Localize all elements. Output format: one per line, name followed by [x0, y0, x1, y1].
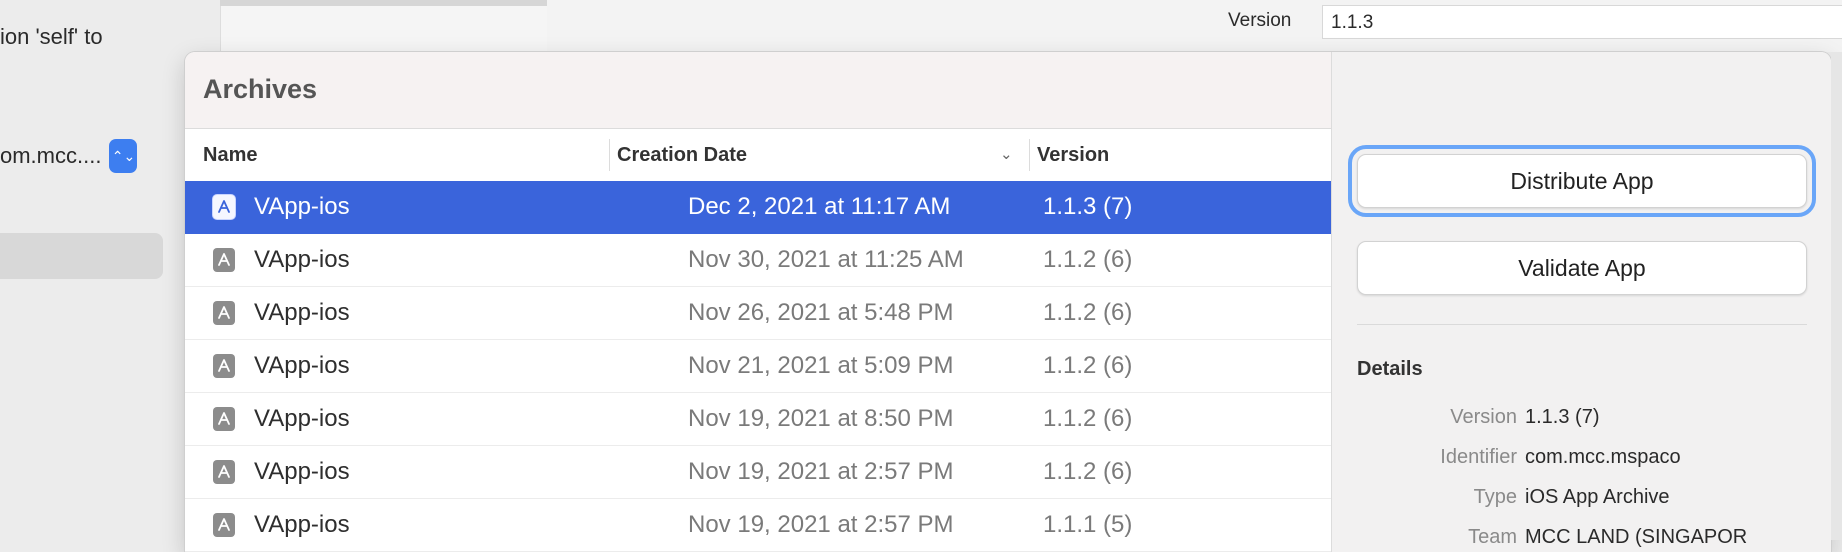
sheet-title: Archives: [203, 74, 318, 104]
detail-type: Type iOS App Archive: [1357, 486, 1817, 516]
panel-divider: [1357, 324, 1807, 325]
archive-name: VApp-ios: [254, 352, 350, 379]
detail-value: com.mcc.mspaco: [1525, 446, 1681, 468]
bundle-identifier-select-value: om.mcc....: [0, 143, 102, 168]
archive-name: VApp-ios: [254, 246, 350, 273]
detail-label: Version: [1450, 406, 1517, 428]
archive-name: VApp-ios: [254, 511, 350, 538]
app-archive-icon: [213, 195, 235, 219]
table-header: Name Creation Date ⌄ Version: [185, 129, 1331, 181]
archive-date: Nov 19, 2021 at 2:57 PM: [688, 458, 954, 485]
detail-label: Type: [1473, 486, 1517, 508]
archive-name: VApp-ios: [254, 405, 350, 432]
version-label: Version: [1228, 10, 1292, 31]
column-header-creation-date[interactable]: Creation Date: [617, 129, 747, 181]
sheet-header: Archives: [185, 52, 1331, 129]
detail-value: 1.1.3 (7): [1525, 406, 1600, 428]
archives-sheet: Archives Name Creation Date ⌄ Version VA…: [185, 52, 1831, 552]
table-row[interactable]: VApp-ios Nov 19, 2021 at 8:50 PM 1.1.2 (…: [185, 393, 1331, 446]
sort-descending-icon[interactable]: ⌄: [1000, 145, 1013, 163]
select-stepper-icon[interactable]: ⌃⌄: [109, 139, 138, 173]
background-panel: [220, 6, 548, 51]
detail-identifier: Identifier com.mcc.mspaco: [1357, 446, 1817, 476]
archive-version: 1.1.2 (6): [1043, 246, 1133, 273]
table-row[interactable]: VApp-ios Nov 19, 2021 at 2:57 PM 1.1.1 (…: [185, 499, 1331, 552]
archive-date: Nov 21, 2021 at 5:09 PM: [688, 352, 954, 379]
column-header-version[interactable]: Version: [1037, 129, 1109, 181]
bundle-identifier-select[interactable]: om.mcc.... ⌃⌄: [0, 138, 138, 174]
archive-version: 1.1.3 (7): [1043, 193, 1133, 220]
table-row[interactable]: VApp-ios Dec 2, 2021 at 11:17 AM 1.1.3 (…: [185, 181, 1331, 234]
archive-actions-panel: Distribute App Validate App Details Vers…: [1331, 52, 1831, 552]
app-archive-icon: [213, 407, 235, 431]
table-row[interactable]: VApp-ios Nov 30, 2021 at 11:25 AM 1.1.2 …: [185, 234, 1331, 287]
table-row[interactable]: VApp-ios Nov 21, 2021 at 5:09 PM 1.1.2 (…: [185, 340, 1331, 393]
detail-value: iOS App Archive: [1525, 486, 1670, 508]
archive-name: VApp-ios: [254, 458, 350, 485]
background-highlight-bar: [0, 233, 163, 279]
validate-app-button[interactable]: Validate App: [1357, 241, 1807, 295]
archive-name: VApp-ios: [254, 193, 350, 220]
table-row[interactable]: VApp-ios Nov 19, 2021 at 2:57 PM 1.1.2 (…: [185, 446, 1331, 499]
column-header-name[interactable]: Name: [203, 129, 257, 181]
table-row[interactable]: VApp-ios Nov 26, 2021 at 5:48 PM 1.1.2 (…: [185, 287, 1331, 340]
archive-version: 1.1.2 (6): [1043, 405, 1133, 432]
archive-date: Nov 19, 2021 at 8:50 PM: [688, 405, 954, 432]
archive-date: Nov 19, 2021 at 2:57 PM: [688, 511, 954, 538]
detail-value: MCC LAND (SINGAPOR: [1525, 526, 1748, 548]
detail-label: Identifier: [1440, 446, 1517, 468]
archives-table: VApp-ios Dec 2, 2021 at 11:17 AM 1.1.3 (…: [185, 181, 1331, 552]
details-heading: Details: [1357, 358, 1423, 380]
archive-version: 1.1.2 (6): [1043, 299, 1133, 326]
app-archive-icon: [213, 301, 235, 325]
detail-team: Team MCC LAND (SINGAPOR: [1357, 526, 1817, 552]
distribute-app-button[interactable]: Distribute App: [1348, 145, 1816, 217]
background-window-edge: [1831, 52, 1842, 540]
archive-version: 1.1.2 (6): [1043, 458, 1133, 485]
detail-label: Team: [1468, 526, 1517, 548]
version-field[interactable]: 1.1.3: [1322, 5, 1842, 39]
archive-date: Dec 2, 2021 at 11:17 AM: [688, 193, 951, 220]
app-archive-icon: [213, 248, 235, 272]
app-archive-icon: [213, 354, 235, 378]
column-divider[interactable]: [1029, 139, 1030, 171]
background-truncated-text: ion 'self' to: [0, 24, 103, 49]
app-archive-icon: [213, 513, 235, 537]
archive-date: Nov 26, 2021 at 5:48 PM: [688, 299, 954, 326]
column-divider[interactable]: [609, 139, 610, 171]
archive-version: 1.1.1 (5): [1043, 511, 1133, 538]
app-archive-icon: [213, 460, 235, 484]
archive-date: Nov 30, 2021 at 11:25 AM: [688, 246, 964, 273]
archive-name: VApp-ios: [254, 299, 350, 326]
archive-version: 1.1.2 (6): [1043, 352, 1133, 379]
detail-version: Version 1.1.3 (7): [1357, 406, 1817, 436]
